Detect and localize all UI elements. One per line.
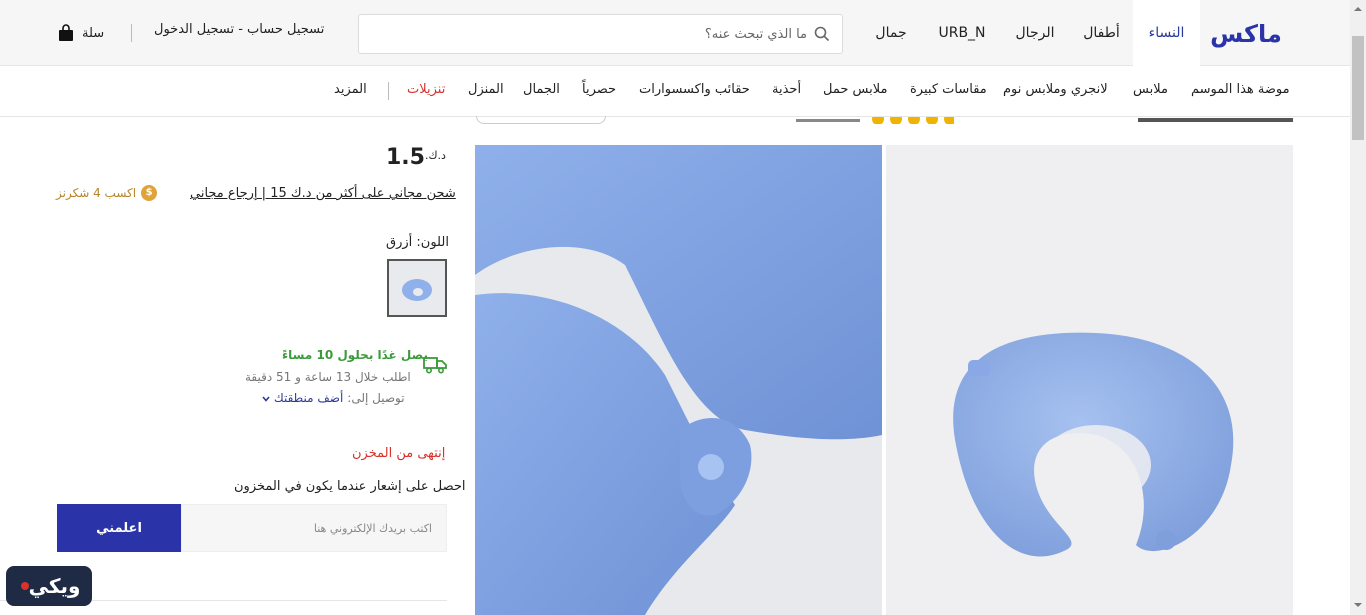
cart-button[interactable]: سلة [58, 22, 104, 44]
category-nav: موضة هذا الموسم ملابس لانجري وملابس نوم … [0, 66, 1350, 117]
shipping-info-link[interactable]: شحن مجاني على أكثر من د.ك 15 | إرجاع مجا… [190, 186, 456, 201]
tab-men[interactable]: الرجال [1005, 0, 1065, 66]
earn-points: $ اكسب 4 شكرنز [56, 185, 158, 201]
tab-women[interactable]: النساء [1133, 0, 1200, 66]
out-of-stock-label: إنتهى من المخزن [352, 446, 446, 461]
shopping-bag-icon [59, 24, 73, 41]
chevron-down-icon [262, 396, 270, 402]
search-input[interactable] [367, 15, 807, 53]
scrollbar-thumb[interactable] [1352, 36, 1364, 140]
notify-me-button[interactable]: اعلمني [57, 504, 181, 552]
delivery-headline: يصل غدًا بحلول 10 مساءً [282, 348, 428, 362]
color-swatch-blue[interactable] [387, 259, 447, 317]
product-image-closeup[interactable] [475, 145, 882, 615]
price-currency: د.ك. [424, 149, 446, 162]
tab-beauty[interactable]: جمال [862, 0, 920, 66]
cat-shoes[interactable]: أحذية [772, 82, 801, 97]
tab-beauty-label: جمال [875, 25, 907, 41]
cat-plus-size[interactable]: مقاسات كبيرة [910, 82, 987, 97]
swatch-pillow-image [402, 279, 432, 301]
cat-lingerie[interactable]: لانجري وملابس نوم [1003, 82, 1108, 97]
color-value: أزرق [386, 235, 413, 250]
delivery-countdown: اطلب خلال 13 ساعة و 51 دقيقة [245, 370, 411, 384]
reviews-link-peek[interactable] [796, 116, 860, 124]
tab-urbn-label: URB_N [938, 25, 986, 41]
top-header: ماكس النساء أطفال الرجال URB_N جمال تسجي… [0, 0, 1350, 66]
cat-bags-accessories[interactable]: حقائب واكسسوارات [639, 82, 750, 97]
cart-label: سلة [82, 25, 105, 41]
color-selection: اللون: أزرق [386, 235, 449, 250]
header-divider [131, 24, 132, 42]
tab-women-label: النساء [1148, 25, 1185, 41]
watermark-dot-icon [20, 582, 29, 590]
search-box [358, 14, 843, 54]
cat-trending[interactable]: موضة هذا الموسم [1191, 82, 1290, 97]
cat-clothing[interactable]: ملابس [1133, 82, 1168, 97]
cat-more[interactable]: المزيد [334, 82, 367, 97]
email-field[interactable] [182, 505, 446, 551]
cat-maternity[interactable]: ملابس حمل [823, 82, 887, 97]
add-area-link[interactable]: أضف منطقتك [262, 391, 343, 405]
watermark-text: ويكي [28, 574, 81, 598]
scroll-down-arrow-icon[interactable] [1353, 600, 1363, 610]
earn-points-text: اكسب 4 شكرنز [56, 186, 137, 200]
auth-link[interactable]: تسجيل حساب - تسجيل الدخول [154, 22, 324, 37]
wiki-watermark: ويكي [6, 566, 92, 606]
cat-exclusives[interactable]: حصرياً [582, 82, 616, 97]
email-field-wrap [181, 504, 447, 552]
product-image-main[interactable] [886, 145, 1293, 615]
cat-home[interactable]: المنزل [468, 82, 504, 97]
delivery-to-label: توصيل إلى: [347, 391, 405, 405]
add-area-text: أضف منطقتك [273, 391, 344, 405]
notify-me-text: احصل على إشعار عندما يكون في المخزون [234, 479, 466, 494]
scroll-up-arrow-icon[interactable] [1353, 4, 1363, 14]
tab-urbn[interactable]: URB_N [928, 0, 996, 66]
category-divider [388, 82, 389, 100]
star-icons [872, 116, 954, 124]
color-label: اللون: [416, 235, 449, 250]
cat-beauty[interactable]: الجمال [523, 82, 560, 97]
max-logo[interactable]: ماكس [1200, 16, 1292, 50]
neck-pillow-closeup-image [475, 145, 882, 615]
tab-kids-label: أطفال [1083, 25, 1120, 41]
product-title-peek [1138, 116, 1293, 124]
rating-stars [870, 116, 954, 124]
coin-icon: $ [141, 185, 158, 201]
neck-pillow-image [886, 145, 1293, 615]
search-icon[interactable] [814, 26, 830, 42]
delivery-location: توصيل إلى: أضف منطقتك [262, 391, 405, 405]
tab-kids[interactable]: أطفال [1070, 0, 1133, 66]
tab-men-label: الرجال [1015, 25, 1055, 41]
price: د.ك. 1.5 [386, 145, 446, 170]
logo-text: ماكس [1210, 20, 1282, 48]
size-guide-peek[interactable] [476, 116, 606, 124]
price-value: 1.5 [386, 145, 425, 170]
cat-sale[interactable]: تنزيلات [407, 82, 445, 97]
